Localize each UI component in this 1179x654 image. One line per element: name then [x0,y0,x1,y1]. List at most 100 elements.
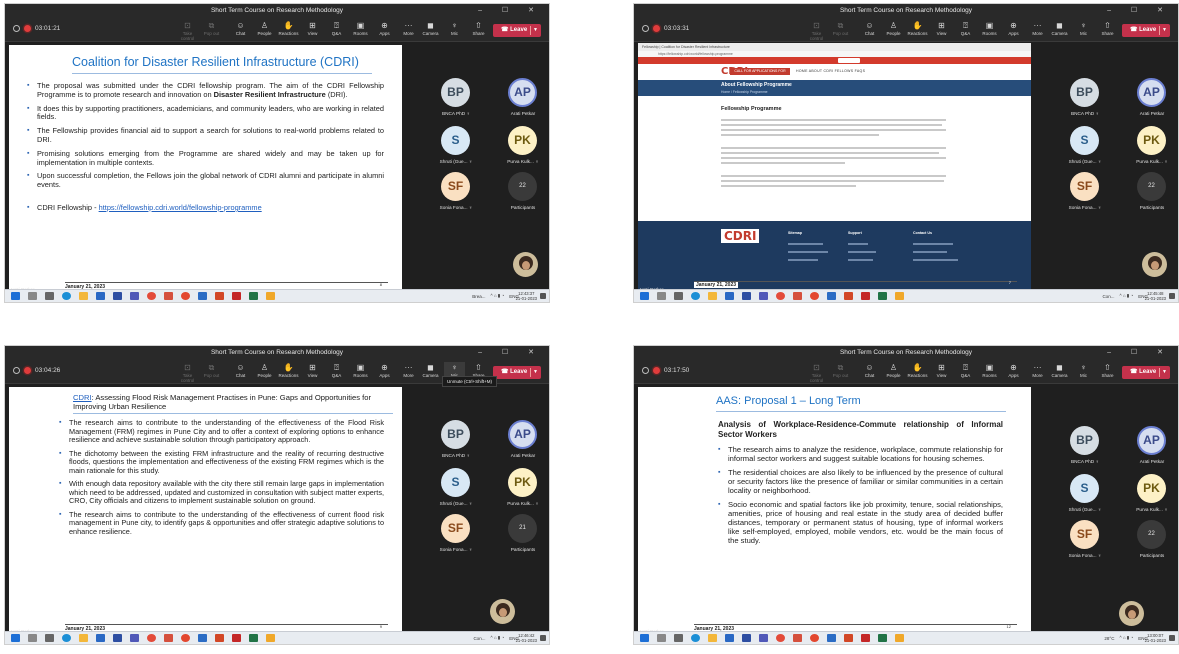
more-button[interactable]: ··· More [1027,362,1048,383]
windows-start-icon[interactable] [640,634,649,642]
edge-icon[interactable] [62,292,71,300]
avatar-sf[interactable]: SF [441,172,470,201]
chevron-down-icon[interactable]: ▼ [533,366,538,379]
avatar-ap[interactable]: AP [508,78,537,107]
more-button[interactable]: ··· More [398,20,419,41]
cta-banner[interactable]: CALL FOR APPLICATIONS FOR COHORT 2023-24 [730,68,790,80]
powerpoint-icon[interactable] [793,292,802,300]
browser-tab[interactable]: Fellowship | Coalition for Disaster Resi… [638,43,1031,51]
app-icon[interactable] [895,634,904,642]
apps-button[interactable]: ⊕ Apps [1003,20,1024,41]
acrobat-icon[interactable] [215,634,224,642]
acrobat-icon[interactable] [844,634,853,642]
window-controls[interactable]: – ☐ ✕ [478,346,543,359]
tray-icons-icon[interactable]: ^ ⌂ ▮ ◔ [490,293,504,299]
mail-icon[interactable] [113,634,122,642]
chevron-down-icon[interactable]: ▼ [1162,366,1167,379]
more-participants-count[interactable]: 21 [508,514,537,543]
clock[interactable]: 12:45:48 21-01-2023 [1145,291,1166,301]
fellowship-link[interactable]: https://fellowship.cdri.world/fellowship… [99,203,262,212]
cdri-link[interactable]: CDRI [73,393,92,402]
app-icon[interactable] [895,292,904,300]
take-control-button[interactable]: ⊡ Take control [177,362,198,383]
teams-icon[interactable] [130,292,139,300]
chevron-down-icon[interactable]: ▼ [533,24,538,37]
mic-button[interactable]: ♆Mic [1073,20,1094,36]
chat-button[interactable]: ☺ Chat [859,362,880,383]
rooms-button[interactable]: ▣ Rooms [979,20,1000,41]
site-menu[interactable]: HOME ABOUT CDRI FELLOWS FAQS [796,69,865,73]
task-view-icon[interactable] [45,634,54,642]
qa-button[interactable]: ⍰ Q&A [955,20,976,41]
powerpoint-icon[interactable] [164,634,173,642]
apps-button[interactable]: ⊕ Apps [374,20,395,41]
excel-icon[interactable] [249,292,258,300]
tray-app[interactable]: Con... [473,636,485,641]
chrome-icon[interactable] [776,292,785,300]
edge-icon[interactable] [691,292,700,300]
tray-icons-icon[interactable]: ^ ⌂ ▮ ◔ [1119,635,1133,641]
windows-start-icon[interactable] [11,292,20,300]
pop-out-button[interactable]: ⧉ Pop out [201,20,222,41]
file-explorer-icon[interactable] [79,292,88,300]
pop-out-button[interactable]: ⧉ Pop out [830,20,851,41]
chat-button[interactable]: ☺ Chat [859,20,880,41]
chevron-down-icon[interactable]: ▼ [1162,24,1167,37]
tray-app[interactable]: Brea... [472,294,485,299]
reactions-button[interactable]: ✋ Reactions [907,20,928,41]
search-icon[interactable] [657,634,666,642]
powerpoint-icon[interactable] [164,292,173,300]
share-button[interactable]: ⇧Share [1097,362,1118,378]
app-icon[interactable] [266,634,275,642]
rooms-button[interactable]: ▣ Rooms [350,20,371,41]
window-controls[interactable]: – ☐ ✕ [1107,346,1172,359]
store-icon[interactable] [96,292,105,300]
view-button[interactable]: ⊞ View [302,362,323,383]
avatar-bp[interactable]: BP [1070,426,1099,455]
login-button[interactable] [838,58,860,63]
edge-icon[interactable] [62,634,71,642]
chrome-icon[interactable] [147,292,156,300]
avatar-sf[interactable]: SF [1070,520,1099,549]
chat-button[interactable]: ☺ Chat [230,20,251,41]
leave-button[interactable]: ☎ Leave ▼ [493,24,541,37]
qa-button[interactable]: ⍰ Q&A [326,20,347,41]
teams-icon[interactable] [759,634,768,642]
word-icon[interactable] [198,634,207,642]
more-participants-count[interactable]: 22 [508,172,537,201]
tray-icons-icon[interactable]: ^ ⌂ ▮ ◔ [490,635,504,641]
shield-icon[interactable] [861,292,870,300]
teams-icon[interactable] [130,634,139,642]
acrobat-icon[interactable] [215,292,224,300]
word-icon[interactable] [198,292,207,300]
excel-icon[interactable] [878,634,887,642]
excel-icon[interactable] [249,634,258,642]
pop-out-button[interactable]: ⧉ Pop out [830,362,851,383]
file-explorer-icon[interactable] [708,634,717,642]
store-icon[interactable] [725,634,734,642]
file-explorer-icon[interactable] [79,634,88,642]
tray-app[interactable]: Con... [1102,294,1114,299]
file-explorer-icon[interactable] [708,292,717,300]
store-icon[interactable] [725,292,734,300]
more-button[interactable]: ··· More [1027,20,1048,41]
mail-icon[interactable] [113,292,122,300]
people-button[interactable]: ♙ People [883,362,904,383]
acrobat-icon[interactable] [844,292,853,300]
people-button[interactable]: ♙ People [254,20,275,41]
qa-button[interactable]: ⍰ Q&A [955,362,976,383]
mic-button[interactable]: ♆Mic [444,20,465,36]
share-button[interactable]: ⇧Share [1097,20,1118,36]
camera-button[interactable]: ◼ Camera [420,362,441,378]
chrome-icon[interactable] [776,634,785,642]
avatar-ap[interactable]: AP [1137,426,1166,455]
clock[interactable]: 12:43:37 21-01-2023 [516,291,537,301]
leave-button[interactable]: ☎ Leave ▼ [1122,24,1170,37]
chrome-icon[interactable] [810,634,819,642]
apps-button[interactable]: ⊕ Apps [374,362,395,383]
reactions-button[interactable]: ✋ Reactions [278,362,299,383]
weather-tray[interactable]: 28°C [1104,636,1114,641]
take-control-button[interactable]: ⊡ Take control [806,20,827,41]
avatar-ap[interactable]: AP [1137,78,1166,107]
avatar-s[interactable]: S [1070,126,1099,155]
